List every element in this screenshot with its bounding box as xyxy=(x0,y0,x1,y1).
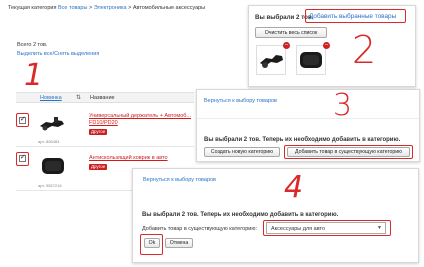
product-name-link[interactable]: Антискользящий коврик в авто xyxy=(89,155,168,161)
breadcrumb-label: Текущая категория xyxy=(8,5,57,11)
product-article: арт. 806483 xyxy=(38,139,60,144)
total-count: Всего 2 тов. xyxy=(17,42,48,48)
product-image xyxy=(38,155,66,177)
create-category-button[interactable]: Создать новую категорию xyxy=(204,147,280,157)
select-all-link[interactable]: Выделить все/Снять выделения xyxy=(17,51,99,57)
remove-icon[interactable]: – xyxy=(283,42,290,49)
category-tag: Другое xyxy=(89,164,108,170)
cancel-button[interactable]: Отмена xyxy=(165,238,193,248)
step-number-3: 3 xyxy=(333,88,353,123)
product-image xyxy=(38,114,66,134)
back-to-selection-link[interactable]: Вернуться к выбору товаров xyxy=(204,98,277,104)
row-divider xyxy=(16,146,194,147)
annotation-box xyxy=(263,220,391,236)
choose-category-message: Вы выбрали 2 тов. Теперь их необходимо д… xyxy=(142,212,339,218)
back-to-selection-link[interactable]: Вернуться к выбору товаров xyxy=(143,177,216,183)
add-category-message: Вы выбрали 2 тов. Теперь их необходимо д… xyxy=(204,137,401,143)
sort-icon[interactable]: ⇅ xyxy=(76,94,81,101)
annotation-box xyxy=(305,9,406,23)
annotation-box xyxy=(16,113,29,127)
annotation-box xyxy=(16,152,29,166)
step-number-1: 1 xyxy=(24,58,44,93)
breadcrumb: Текущая категория Все товары > Электрони… xyxy=(8,5,205,11)
step-number-2: 2 xyxy=(352,28,377,72)
remove-icon[interactable]: – xyxy=(323,42,330,49)
breadcrumb-sep: > xyxy=(128,5,132,11)
breadcrumb-all-link[interactable]: Все товары xyxy=(58,5,87,11)
breadcrumb-sep: > xyxy=(88,5,93,11)
annotation-box xyxy=(284,145,413,159)
selected-thumb xyxy=(296,45,326,75)
category-tag: Другое xyxy=(89,129,108,135)
existing-category-label: Добавить товар в существующую категорию: xyxy=(142,226,257,232)
product-article: арт. 5557216 xyxy=(38,183,62,188)
column-name-header: Название xyxy=(90,95,115,101)
product-name-link[interactable]: Универсальный держатель + Автомоб... FD1… xyxy=(89,113,194,127)
clear-list-button[interactable]: Очистить весь список xyxy=(255,27,327,38)
step-number-4: 4 xyxy=(284,170,304,205)
selected-thumb xyxy=(256,45,286,75)
breadcrumb-electronics-link[interactable]: Электроника xyxy=(94,5,127,11)
breadcrumb-current: Автомобильные аксессуары xyxy=(132,5,206,11)
panel-divider xyxy=(197,118,419,119)
column-novelty-header[interactable]: Новинка xyxy=(40,95,62,101)
annotation-box xyxy=(140,234,163,255)
